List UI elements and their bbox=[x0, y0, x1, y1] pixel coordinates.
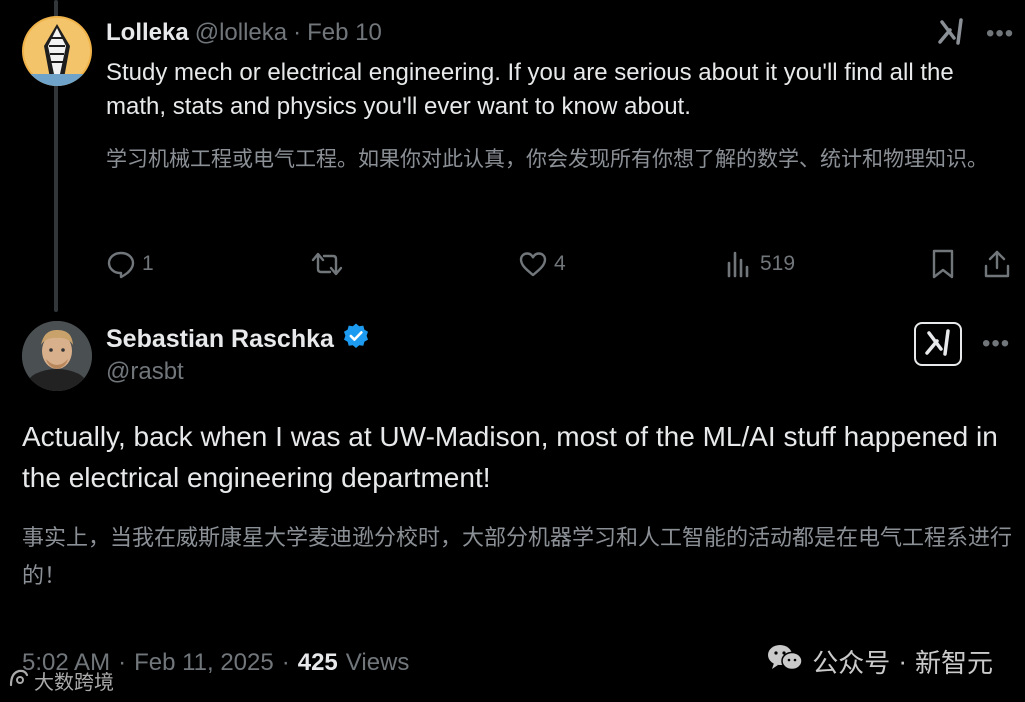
main-meta-separator: · bbox=[118, 649, 127, 676]
main-text: Actually, back when I was at UW-Madison,… bbox=[22, 421, 998, 493]
main-date[interactable]: Feb 11, 2025 bbox=[134, 649, 274, 677]
watermark-left: 大数跨境 bbox=[8, 666, 114, 695]
reply-avatar[interactable] bbox=[22, 16, 92, 86]
reply-handle[interactable]: @lolleka bbox=[195, 19, 287, 47]
tweet-thread: Lolleka @lolleka · Feb 10 ••• Study mech… bbox=[0, 0, 1025, 702]
grok-button[interactable] bbox=[914, 322, 962, 366]
reply-text: Study mech or electrical engineering. If… bbox=[106, 59, 954, 120]
watermark-left-text: 大数跨境 bbox=[34, 672, 114, 694]
reply-more-icon[interactable]: ••• bbox=[986, 21, 1014, 46]
reply-date[interactable]: Feb 10 bbox=[307, 19, 382, 47]
watermark-right: 公众号 · 新智元 bbox=[766, 642, 993, 681]
main-top-icons: ••• bbox=[914, 322, 1010, 366]
main-avatar[interactable] bbox=[22, 321, 92, 391]
views-count: 519 bbox=[760, 252, 796, 275]
reply-translation: 学习机械工程或电气工程。如果你对此认真，你会发现所有你想了解的数学、统计和物理知… bbox=[106, 148, 988, 171]
reply-action-bar: 1 4 519 bbox=[106, 245, 1018, 283]
main-translation: 事实上，当我在威斯康星大学麦迪逊分校时，大部分机器学习和人工智能的活动都是在电气… bbox=[22, 525, 1013, 588]
reply-display-name[interactable]: Lolleka bbox=[106, 19, 189, 47]
heart-icon bbox=[518, 249, 548, 279]
main-meta-separator-2: · bbox=[281, 649, 290, 676]
share-upload-icon bbox=[982, 248, 1012, 280]
wechat-icon bbox=[766, 642, 804, 681]
verified-badge-icon[interactable] bbox=[342, 322, 370, 357]
watermark-dot: · bbox=[898, 646, 907, 676]
reply-top-icons: ••• bbox=[936, 16, 1014, 51]
reply-separator: · bbox=[293, 19, 302, 46]
main-handle[interactable]: @rasbt bbox=[106, 358, 184, 386]
main-views-label: Views bbox=[345, 649, 410, 676]
like-button[interactable]: 4 bbox=[518, 245, 566, 283]
main-more-icon[interactable]: ••• bbox=[982, 332, 1010, 356]
bookmark-button[interactable] bbox=[928, 245, 958, 283]
watermark-logo-icon bbox=[8, 667, 30, 695]
share-button[interactable] bbox=[982, 245, 1012, 283]
watermark-brand: 公众号 bbox=[812, 648, 891, 678]
main-views-count: 425 bbox=[297, 649, 338, 676]
bar-chart-icon bbox=[724, 249, 754, 279]
grok-icon bbox=[923, 327, 953, 362]
bookmark-icon bbox=[928, 248, 958, 280]
views-button[interactable]: 519 bbox=[724, 245, 795, 283]
grok-icon[interactable] bbox=[936, 16, 966, 51]
reply-count: 1 bbox=[142, 252, 154, 275]
reply-header: Lolleka @lolleka · Feb 10 bbox=[106, 18, 382, 48]
retweet-button[interactable] bbox=[310, 245, 350, 283]
reply-button[interactable]: 1 bbox=[106, 245, 154, 283]
main-header: Sebastian Raschka bbox=[106, 322, 370, 356]
comment-bubble-icon bbox=[106, 249, 136, 279]
retweet-icon bbox=[310, 249, 344, 279]
watermark-name: 新智元 bbox=[914, 648, 993, 678]
like-count: 4 bbox=[554, 252, 566, 275]
main-display-name[interactable]: Sebastian Raschka bbox=[106, 325, 334, 354]
